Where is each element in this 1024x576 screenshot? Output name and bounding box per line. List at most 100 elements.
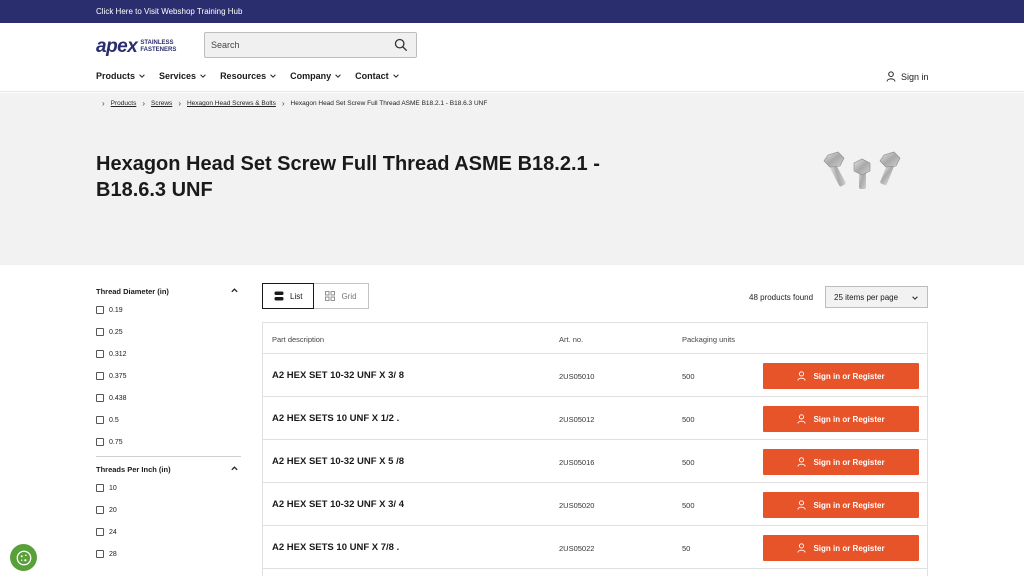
page-title: Hexagon Head Set Screw Full Thread ASME … xyxy=(96,153,600,201)
breadcrumb-products[interactable]: Products xyxy=(111,100,137,107)
divider xyxy=(96,456,241,457)
filter-option[interactable]: 28 xyxy=(96,543,241,565)
chevron-down-icon xyxy=(912,296,918,300)
breadcrumb-current: Hexagon Head Set Screw Full Thread ASME … xyxy=(290,100,488,107)
nav-services[interactable]: Services xyxy=(159,71,207,81)
sign-in-or-register-button[interactable]: Sign in or Register xyxy=(763,492,919,518)
filter-title: Threads Per Inch (in) xyxy=(96,464,171,474)
article-number: 2US05010 xyxy=(559,372,595,381)
logo-line-1: STAINLESS xyxy=(140,39,174,46)
chevron-down-icon xyxy=(200,74,206,78)
table-row: A2 HEX SETS 10 UNF X 7/8 . 2US05022 50 S… xyxy=(263,526,927,569)
product-image xyxy=(823,151,901,189)
logo-line-2: FASTENERS xyxy=(140,46,177,53)
button-label: Sign in or Register xyxy=(813,414,885,424)
filter-option-label: 0.75 xyxy=(109,438,123,446)
filter-thread-diameter-header[interactable]: Thread Diameter (in) xyxy=(96,283,241,299)
checkbox[interactable] xyxy=(96,484,104,492)
sign-in-or-register-button[interactable]: Sign in or Register xyxy=(763,535,919,561)
items-per-page-select[interactable]: 25 items per page xyxy=(825,286,928,308)
filter-option-label: 24 xyxy=(109,528,117,536)
search-input[interactable] xyxy=(211,33,391,57)
checkbox[interactable] xyxy=(96,306,104,314)
user-icon xyxy=(797,500,806,510)
packaging-units: 500 xyxy=(682,458,695,467)
sign-in-or-register-button[interactable]: Sign in or Register xyxy=(763,406,919,432)
chevron-right-icon: › xyxy=(142,99,145,108)
part-description[interactable]: A2 HEX SETS 10 UNF X 1/2 . xyxy=(272,413,399,424)
user-icon xyxy=(797,543,806,553)
chevron-right-icon: › xyxy=(281,99,285,108)
signin-label: Sign in xyxy=(901,71,929,82)
filter-option[interactable]: 0.375 xyxy=(96,365,241,387)
filter-option[interactable]: 10 xyxy=(96,477,241,499)
cookie-settings-button[interactable] xyxy=(10,544,37,571)
header-signin-link[interactable]: Sign in xyxy=(886,71,929,82)
sign-in-or-register-button[interactable]: Sign in or Register xyxy=(763,363,919,389)
nav-label: Contact xyxy=(355,71,389,81)
filter-threads-per-inch-header[interactable]: Threads Per Inch (in) xyxy=(96,461,241,477)
grid-view-button[interactable]: Grid xyxy=(314,283,369,309)
part-description[interactable]: A2 HEX SET 10-32 UNF X 3/ 4 xyxy=(272,499,404,510)
chevron-right-icon: › xyxy=(178,99,181,108)
chevron-down-icon xyxy=(270,74,276,78)
training-hub-link[interactable]: Click Here to Visit Webshop Training Hub xyxy=(0,0,1024,23)
filter-option[interactable]: 0.438 xyxy=(96,387,241,409)
checkbox[interactable] xyxy=(96,550,104,558)
chevron-up-icon[interactable] xyxy=(230,286,239,295)
filter-option[interactable]: 24 xyxy=(96,521,241,543)
nav-label: Company xyxy=(290,71,332,81)
filter-option[interactable]: 0.312 xyxy=(96,343,241,365)
button-label: Sign in or Register xyxy=(813,371,885,381)
filter-option[interactable]: 20 xyxy=(96,499,241,521)
nav-company[interactable]: Company xyxy=(290,71,342,81)
table-row: A2 HEX SET 10-32 UNF X 3/ 4 2US05020 500… xyxy=(263,483,927,526)
filter-option[interactable]: 0.75 xyxy=(96,431,241,453)
filter-option[interactable]: 0.25 xyxy=(96,321,241,343)
grid-icon xyxy=(325,291,336,301)
checkbox[interactable] xyxy=(96,506,104,514)
list-icon xyxy=(274,291,284,301)
breadcrumb-hex-head[interactable]: Hexagon Head Screws & Bolts xyxy=(187,100,276,107)
nav-label: Resources xyxy=(220,71,267,81)
filter-option-label: 0.25 xyxy=(109,328,123,336)
list-view-label: List xyxy=(290,291,303,301)
checkbox[interactable] xyxy=(96,394,104,402)
part-description[interactable]: A2 HEX SET 10-32 UNF X 5 /8 xyxy=(272,456,404,467)
packaging-units: 500 xyxy=(682,372,695,381)
filter-option-label: 20 xyxy=(109,506,117,514)
chevron-up-icon[interactable] xyxy=(230,464,239,473)
checkbox[interactable] xyxy=(96,328,104,336)
checkbox[interactable] xyxy=(96,416,104,424)
sign-in-or-register-button[interactable]: Sign in or Register xyxy=(763,449,919,475)
logo[interactable]: apex STAINLESS FASTENERS xyxy=(96,37,176,56)
list-view-button[interactable]: List xyxy=(262,283,315,309)
filter-option-label: 28 xyxy=(109,550,117,558)
part-description[interactable]: A2 HEX SETS 10 UNF X 7/8 . xyxy=(272,542,399,553)
nav-contact[interactable]: Contact xyxy=(355,71,400,81)
logo-wordmark: apex xyxy=(96,36,138,57)
packaging-units: 500 xyxy=(682,501,695,510)
filter-option[interactable]: 0.5 xyxy=(96,409,241,431)
cookie-icon xyxy=(16,550,31,565)
view-toggle: List Grid xyxy=(262,283,369,309)
nav-resources[interactable]: Resources xyxy=(220,71,277,81)
user-icon xyxy=(797,457,806,467)
checkbox[interactable] xyxy=(96,372,104,380)
column-header-art-no: Art. no. xyxy=(559,335,584,344)
table-row: A2 HEX SET 10-32 UNF X 3/ 8 2US05010 500… xyxy=(263,354,927,397)
part-description[interactable]: A2 HEX SET 10-32 UNF X 3/ 8 xyxy=(272,370,404,381)
search-icon[interactable] xyxy=(394,38,408,52)
checkbox[interactable] xyxy=(96,438,104,446)
logo-tagline: STAINLESS FASTENERS xyxy=(140,40,176,54)
chevron-right-icon: › xyxy=(102,99,105,108)
items-per-page-value: 25 items per page xyxy=(834,292,899,302)
article-number: 2US05020 xyxy=(559,501,595,510)
checkbox[interactable] xyxy=(96,528,104,536)
breadcrumb-screws[interactable]: Screws xyxy=(151,100,172,107)
filter-sidebar: Thread Diameter (in) 0.19 0.25 0.312 0.3… xyxy=(96,283,241,565)
filter-option[interactable]: 0.19 xyxy=(96,299,241,321)
checkbox[interactable] xyxy=(96,350,104,358)
nav-products[interactable]: Products xyxy=(96,71,146,81)
chevron-down-icon xyxy=(335,74,341,78)
